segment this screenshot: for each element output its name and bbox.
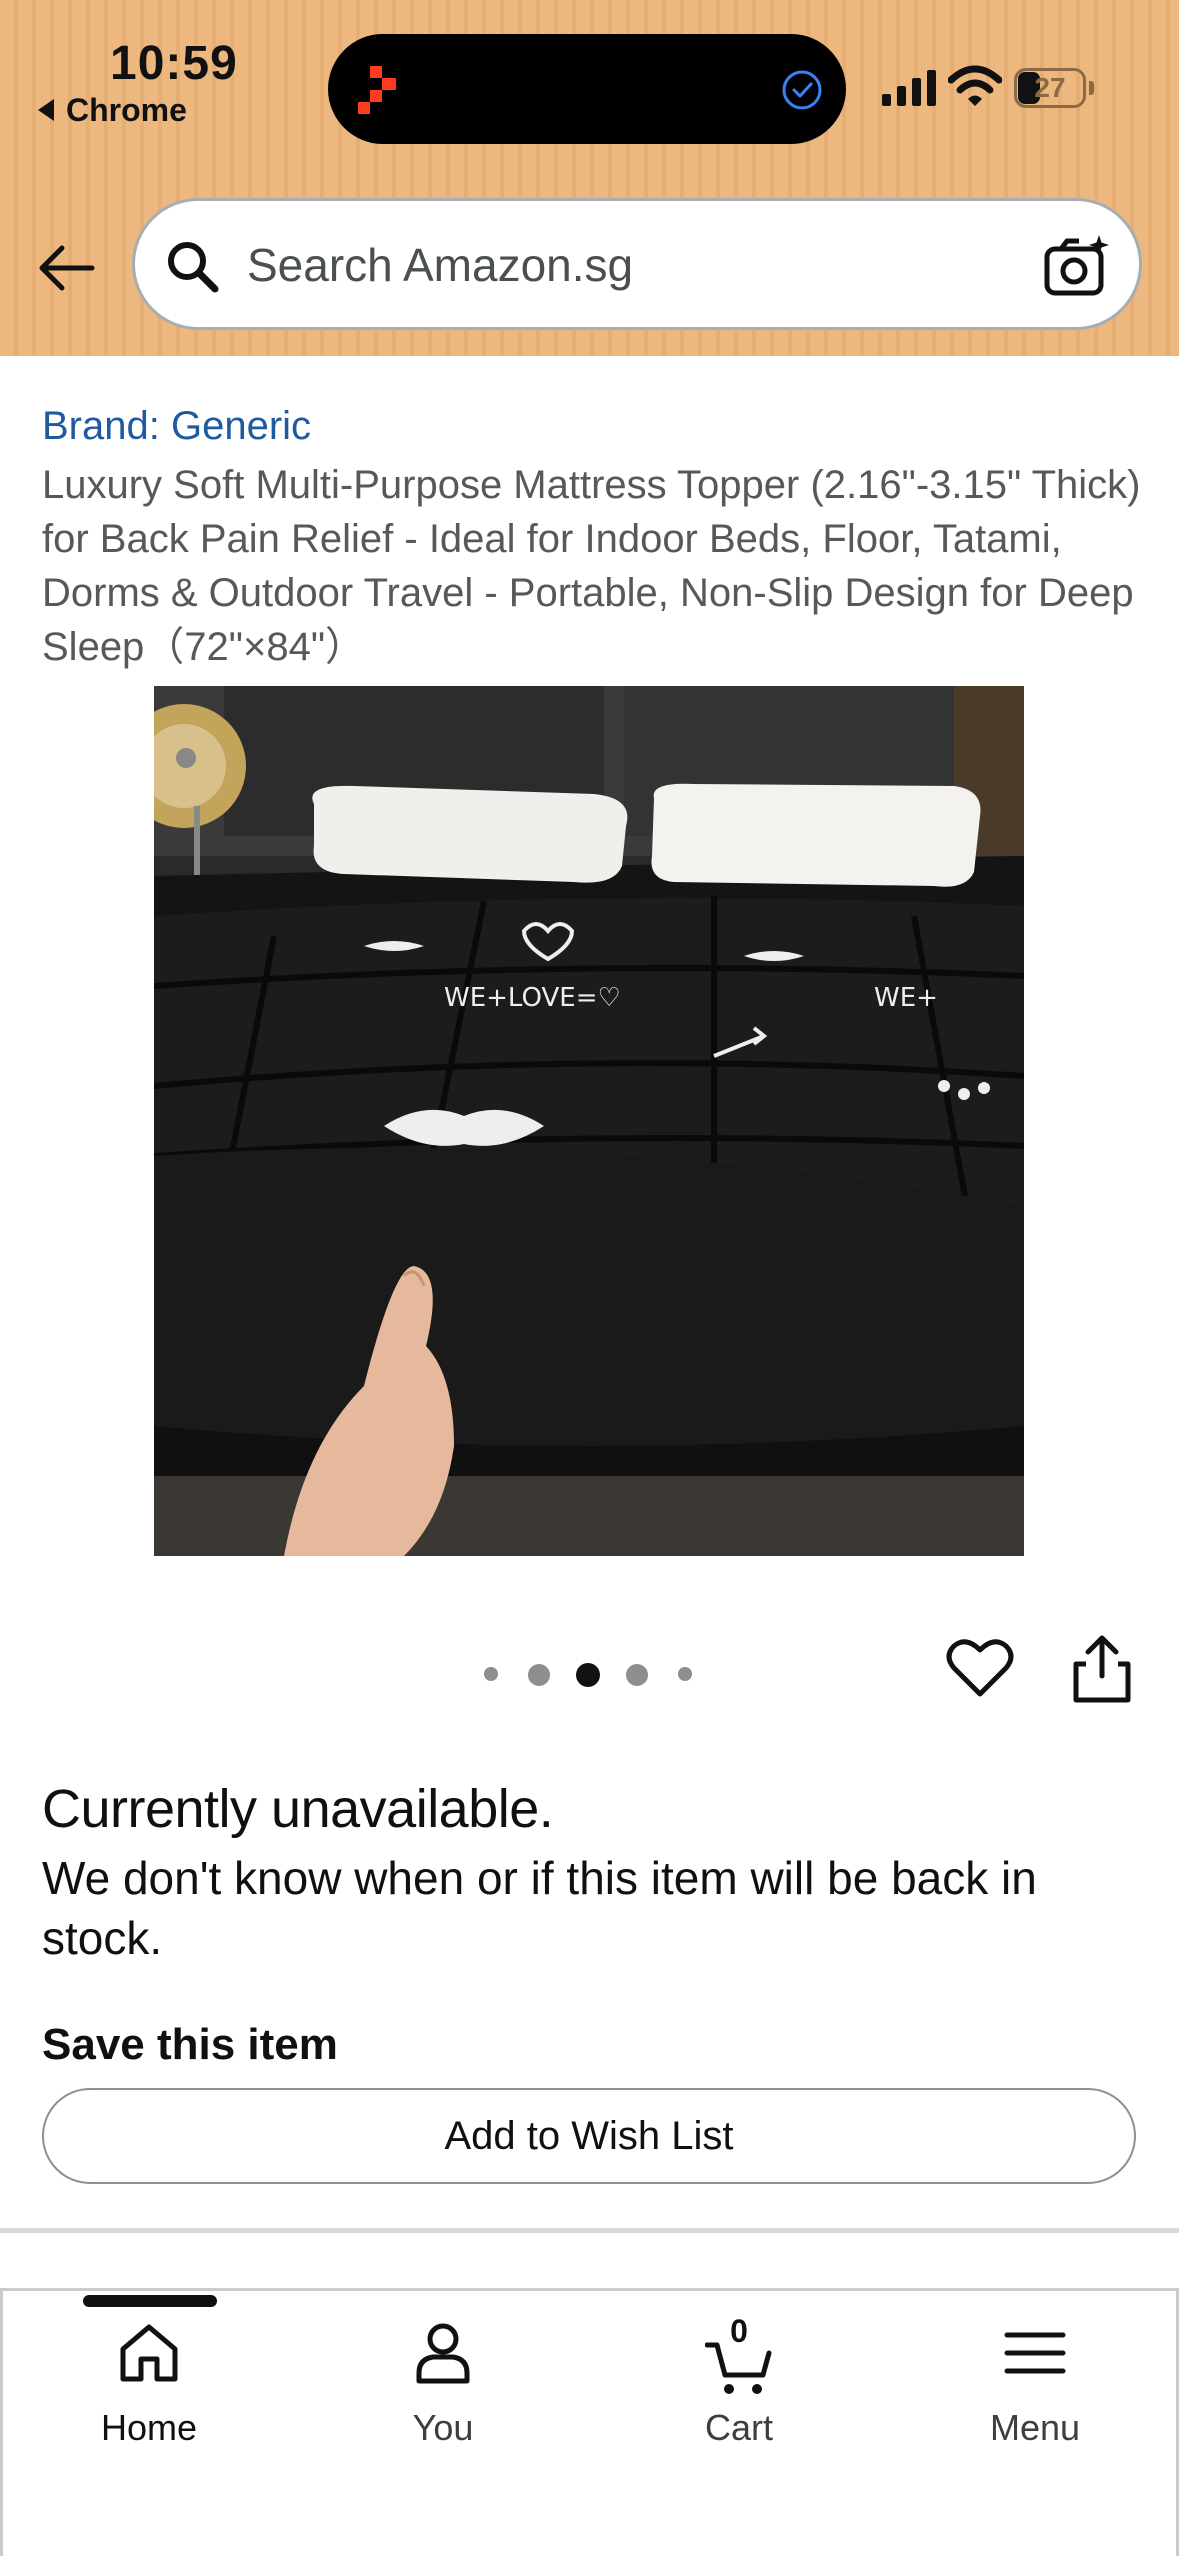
nav-cart-label: Cart bbox=[704, 2407, 773, 2448]
carousel-dot-5[interactable] bbox=[678, 1667, 692, 1681]
nav-cart[interactable]: 0 Cart bbox=[619, 2291, 859, 2491]
carousel-dot-4[interactable] bbox=[626, 1664, 648, 1686]
image-carousel-dots[interactable] bbox=[484, 1658, 704, 1688]
back-to-app-link[interactable]: Chrome bbox=[38, 92, 187, 129]
carousel-dot-3[interactable] bbox=[576, 1663, 600, 1687]
wifi-icon bbox=[948, 65, 1002, 106]
cart-icon bbox=[705, 2342, 772, 2394]
back-app-label: Chrome bbox=[66, 92, 187, 128]
section-divider bbox=[0, 2228, 1179, 2233]
cellular-signal-icon bbox=[882, 70, 936, 106]
heart-icon[interactable] bbox=[946, 1636, 1014, 1700]
nav-home-label: Home bbox=[100, 2407, 198, 2448]
svg-text:WE+: WE+ bbox=[874, 983, 938, 1013]
back-arrow-icon[interactable] bbox=[34, 236, 98, 300]
nav-menu[interactable]: Menu bbox=[915, 2291, 1155, 2491]
nav-you[interactable]: You bbox=[323, 2291, 563, 2491]
battery-nub bbox=[1089, 81, 1094, 95]
person-icon bbox=[416, 2323, 470, 2384]
mattress-photo: WE+LOVE=♡ WE+ bbox=[154, 686, 1024, 1556]
share-icon[interactable] bbox=[1070, 1634, 1134, 1704]
battery-level: 27 bbox=[1034, 72, 1066, 103]
save-item-heading: Save this item bbox=[42, 2020, 338, 2069]
verified-check-icon bbox=[782, 70, 822, 110]
dynamic-island bbox=[328, 34, 846, 144]
availability-message: We don't know when or if this item will … bbox=[42, 1852, 1037, 1964]
search-input[interactable] bbox=[247, 229, 1007, 301]
nav-menu-label: Menu bbox=[989, 2407, 1081, 2448]
menu-icon bbox=[1004, 2332, 1066, 2374]
carousel-dot-2[interactable] bbox=[528, 1664, 550, 1686]
nav-you-label: You bbox=[412, 2407, 474, 2448]
bottom-nav: Home You 0 Cart Menu bbox=[0, 2288, 1179, 2556]
camera-search-icon[interactable] bbox=[1043, 233, 1111, 299]
svg-text:WE+LOVE=♡: WE+LOVE=♡ bbox=[444, 983, 621, 1013]
status-time: 10:59 bbox=[110, 37, 238, 90]
add-to-wish-list-button[interactable]: Add to Wish List bbox=[42, 2088, 1136, 2184]
battery-indicator: 27 bbox=[1014, 68, 1094, 108]
product-title: Luxury Soft Multi-Purpose Mattress Toppe… bbox=[42, 463, 1141, 669]
search-bar[interactable] bbox=[132, 198, 1142, 330]
home-icon bbox=[120, 2324, 178, 2382]
search-icon bbox=[168, 242, 219, 293]
brand-link[interactable]: Brand: Generic bbox=[42, 404, 311, 449]
availability-heading: Currently unavailable. bbox=[42, 1779, 554, 1839]
app-activity-icon bbox=[358, 66, 396, 114]
header: 10:59 Chrome 27 bbox=[0, 0, 1179, 356]
product-image[interactable]: WE+LOVE=♡ WE+ bbox=[154, 686, 1024, 1556]
carousel-dot-1[interactable] bbox=[484, 1667, 498, 1681]
nav-home[interactable]: Home bbox=[29, 2291, 269, 2491]
back-triangle-icon bbox=[38, 98, 54, 121]
